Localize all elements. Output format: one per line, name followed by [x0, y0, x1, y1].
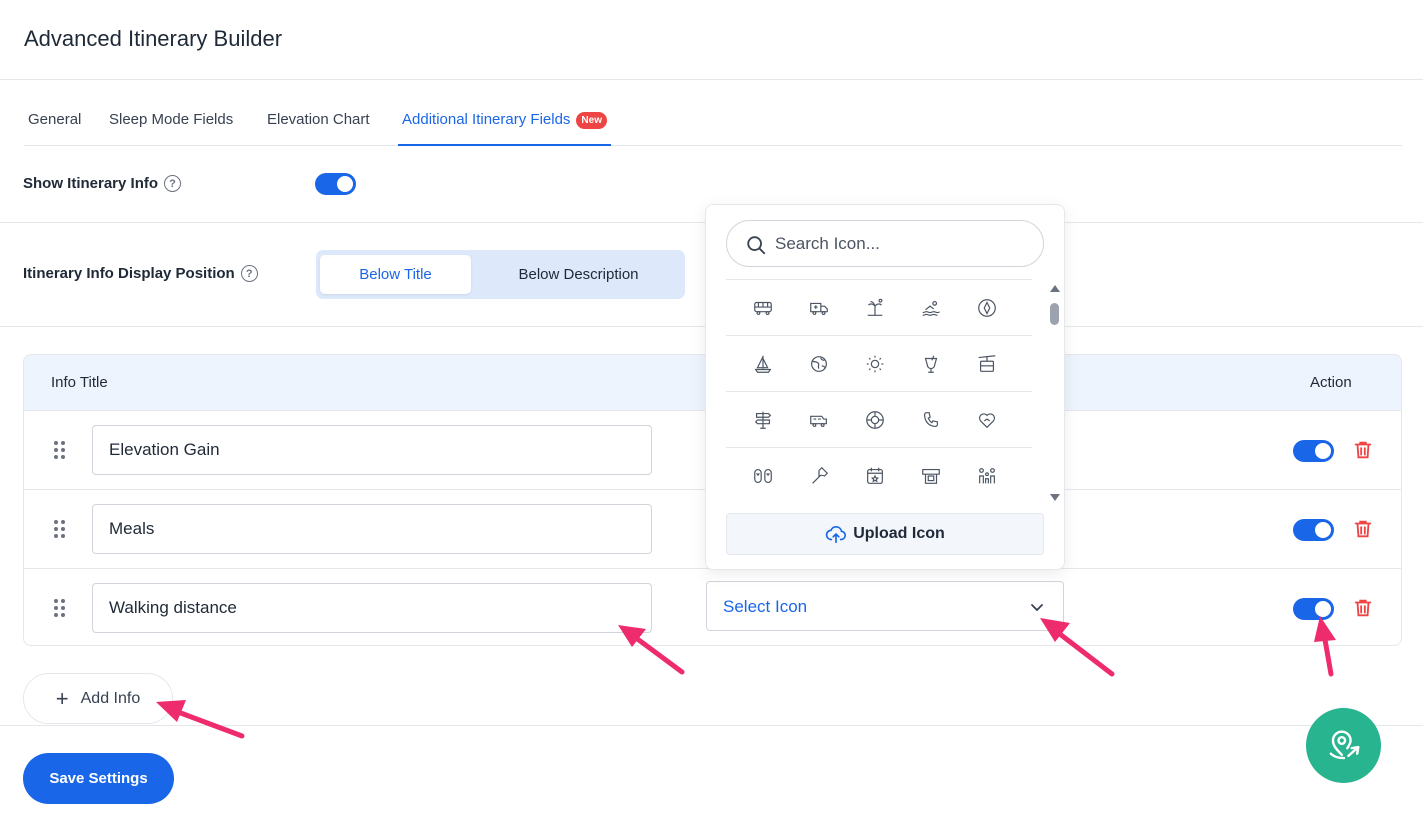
display-position-segmented-control: Below Title Below Description [316, 250, 685, 299]
upload-icon-label: Upload Icon [853, 525, 945, 542]
info-title-input[interactable] [92, 504, 652, 554]
new-badge: New [576, 112, 607, 129]
row-enable-toggle[interactable] [1293, 598, 1334, 620]
bus-icon[interactable] [752, 297, 774, 319]
heart-hand-icon[interactable] [976, 409, 998, 431]
toggle-knob [337, 176, 353, 192]
map-pin-plane-icon [1329, 730, 1360, 759]
family-icon[interactable] [976, 465, 998, 487]
trash-icon[interactable] [1352, 517, 1374, 541]
tab-elevation-chart[interactable]: Elevation Chart [267, 96, 370, 146]
info-title-input[interactable] [92, 583, 652, 633]
sailboat-icon[interactable] [752, 353, 774, 375]
display-position-row: Itinerary Info Display Position ? [23, 265, 258, 282]
add-info-label: Add Info [80, 689, 141, 707]
page-title: Advanced Itinerary Builder [24, 26, 283, 51]
info-title-header: Info Title [51, 374, 108, 391]
icon-grid [726, 279, 1032, 503]
icon-picker-popup: Upload Icon [705, 204, 1065, 570]
cloud-upload-icon [826, 525, 847, 544]
trash-icon[interactable] [1352, 438, 1374, 462]
globe-icon[interactable] [808, 353, 830, 375]
display-position-label: Itinerary Info Display Position [23, 265, 235, 282]
help-icon[interactable]: ? [164, 175, 182, 192]
chevron-down-icon [1031, 604, 1043, 612]
divider [0, 725, 1423, 726]
select-icon-label: Select Icon [723, 597, 808, 616]
tab-general[interactable]: General [28, 96, 81, 146]
drag-handle-icon[interactable] [54, 441, 68, 461]
tab-sleep-mode-fields[interactable]: Sleep Mode Fields [109, 96, 233, 146]
save-settings-button[interactable]: Save Settings [23, 753, 174, 804]
toggle-knob [1315, 522, 1331, 538]
tab-bar: General Sleep Mode Fields Elevation Char… [24, 96, 1402, 146]
icon-grid-row [726, 447, 1032, 503]
axe-icon[interactable] [808, 465, 830, 487]
ambulance-icon[interactable] [808, 297, 830, 319]
signpost-icon[interactable] [752, 409, 774, 431]
trash-icon[interactable] [1352, 596, 1374, 620]
icon-search-input[interactable] [775, 229, 1025, 259]
floating-map-pin-plane-button[interactable] [1306, 708, 1381, 783]
tab-label: Additional Itinerary Fields [402, 111, 571, 128]
flip-flops-icon[interactable] [752, 465, 774, 487]
atm-icon[interactable] [920, 465, 942, 487]
row-enable-toggle[interactable] [1293, 440, 1334, 462]
show-itinerary-info-label: Show Itinerary Info [23, 175, 159, 192]
below-description-option[interactable]: Below Description [476, 255, 681, 294]
page-header: Advanced Itinerary Builder [0, 0, 1423, 80]
add-info-button[interactable]: + Add Info [23, 673, 173, 724]
scroll-thumb[interactable] [1050, 303, 1059, 325]
tab-additional-itinerary-fields[interactable]: Additional Itinerary Fields New [398, 96, 611, 146]
below-title-option[interactable]: Below Title [320, 255, 471, 294]
plus-icon: + [55, 685, 69, 711]
cocktail-icon[interactable] [920, 353, 942, 375]
action-header: Action [1310, 374, 1352, 391]
icon-grid-row [726, 279, 1032, 335]
upload-icon-button[interactable]: Upload Icon [726, 513, 1044, 555]
compass-icon[interactable] [976, 297, 998, 319]
scroll-down-arrow-icon[interactable] [1050, 494, 1060, 501]
drag-handle-icon[interactable] [54, 520, 68, 540]
toggle-knob [1315, 443, 1331, 459]
calendar-star-icon[interactable] [864, 465, 886, 487]
cable-car-icon[interactable] [976, 353, 998, 375]
show-itinerary-info-row: Show Itinerary Info ? [23, 175, 182, 192]
palm-island-icon[interactable] [864, 297, 886, 319]
row-enable-toggle[interactable] [1293, 519, 1334, 541]
scroll-up-arrow-icon[interactable] [1050, 285, 1060, 292]
swimmer-icon[interactable] [920, 297, 942, 319]
show-itinerary-info-toggle[interactable] [315, 173, 356, 195]
sun-icon[interactable] [864, 353, 886, 375]
icon-grid-row [726, 391, 1032, 447]
drag-handle-icon[interactable] [54, 599, 68, 619]
icon-grid-row [726, 335, 1032, 391]
icon-grid-scrollbar[interactable] [1047, 283, 1061, 501]
toggle-knob [1315, 601, 1331, 617]
lifebuoy-icon[interactable] [864, 409, 886, 431]
help-icon[interactable]: ? [240, 265, 258, 282]
phone-icon[interactable] [920, 409, 942, 431]
icon-search-box [726, 220, 1044, 267]
search-icon [747, 236, 766, 255]
select-icon-dropdown[interactable]: Select Icon [706, 581, 1064, 631]
campervan-icon[interactable] [808, 409, 830, 431]
info-title-input[interactable] [92, 425, 652, 475]
